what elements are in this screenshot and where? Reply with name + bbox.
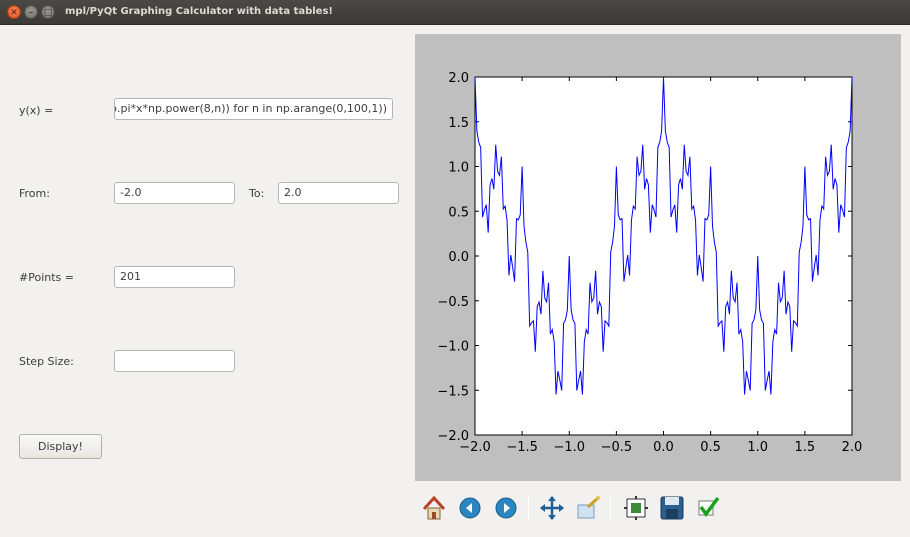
axes-frame xyxy=(474,76,853,436)
from-input[interactable]: -2.0 xyxy=(114,182,235,204)
from-label: From: xyxy=(19,187,50,200)
subplots-icon xyxy=(624,496,648,520)
pan-icon xyxy=(540,496,564,520)
save-button[interactable] xyxy=(658,493,686,523)
forward-button[interactable] xyxy=(492,493,520,523)
y-tick-label: −1.0 xyxy=(437,340,469,355)
back-button[interactable] xyxy=(456,493,484,523)
y-tick-label: −0.5 xyxy=(437,295,469,310)
x-tick-label: −0.5 xyxy=(601,440,633,455)
home-button[interactable] xyxy=(420,493,448,523)
close-window-button[interactable]: ✕ xyxy=(7,5,21,19)
navigation-toolbar xyxy=(420,493,740,523)
window-title: mpl/PyQt Graphing Calculator with data t… xyxy=(65,6,333,17)
points-label: #Points = xyxy=(19,271,74,284)
maximize-window-button[interactable]: □ xyxy=(41,5,55,19)
function-input[interactable]: (np.pi*x*np.power(8,n)) for n in np.aran… xyxy=(114,98,393,120)
y-tick-label: 1.0 xyxy=(448,161,469,176)
save-icon xyxy=(660,496,684,520)
zoom-icon xyxy=(577,496,600,519)
back-icon xyxy=(459,497,481,519)
y-tick-label: 1.5 xyxy=(448,116,469,131)
step-size-input[interactable] xyxy=(114,350,235,372)
home-icon xyxy=(422,495,446,520)
y-tick-label: −2.0 xyxy=(437,429,469,444)
to-input[interactable]: 2.0 xyxy=(278,182,399,204)
display-button[interactable]: Display! xyxy=(19,434,102,459)
minimize-window-button[interactable]: – xyxy=(24,5,38,19)
subplots-button[interactable] xyxy=(622,493,650,523)
edit-button[interactable] xyxy=(694,493,722,523)
title-bar: ✕ – □ mpl/PyQt Graphing Calculator with … xyxy=(0,0,910,25)
to-label: To: xyxy=(249,187,265,200)
function-input-value: (np.pi*x*np.power(8,n)) for n in np.aran… xyxy=(114,102,387,115)
step-size-label: Step Size: xyxy=(19,355,74,368)
y-tick-label: 0.5 xyxy=(448,205,469,220)
points-input[interactable]: 201 xyxy=(114,266,235,288)
zoom-button[interactable] xyxy=(574,493,602,523)
plot-canvas[interactable]: −2.0 −1.5 −1.0 −0.5 0.0 0.5 1.0 1.5 2.0 2.0 1.5 1.… xyxy=(415,34,901,481)
function-label: y(x) = xyxy=(19,104,54,117)
x-tick-label: 1.0 xyxy=(747,440,768,455)
x-tick-label: −1.0 xyxy=(553,440,585,455)
check-icon xyxy=(698,496,720,517)
y-tick-label: 0.0 xyxy=(448,250,469,265)
y-tick-label: 2.0 xyxy=(448,71,469,86)
x-tick-label: −1.5 xyxy=(506,440,538,455)
x-tick-label: 1.5 xyxy=(795,440,816,455)
x-tick-label: 2.0 xyxy=(842,440,863,455)
forward-icon xyxy=(495,497,517,519)
pan-button[interactable] xyxy=(538,493,566,523)
x-tick-label: 0.0 xyxy=(653,440,674,455)
x-tick-label: 0.5 xyxy=(700,440,721,455)
toolbar-separator xyxy=(610,496,611,520)
chart: −2.0 −1.5 −1.0 −0.5 0.0 0.5 1.0 1.5 2.0 2.0 1.5 1.… xyxy=(437,71,863,455)
toolbar-separator xyxy=(528,496,529,520)
y-tick-label: −1.5 xyxy=(437,384,469,399)
